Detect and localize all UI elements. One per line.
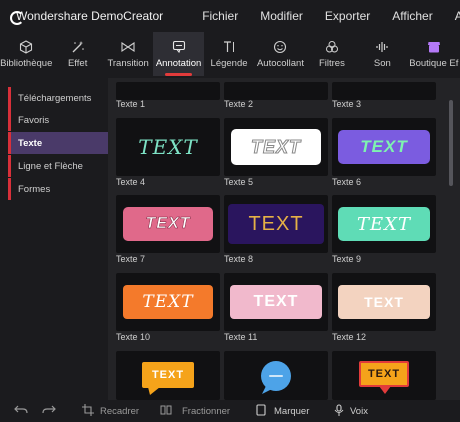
template-thumbnail-1[interactable]	[116, 82, 220, 100]
template-sample-text: TEXT	[228, 204, 324, 244]
menu-bar: Fichier Modifier Exporter Afficher Aide	[191, 9, 460, 23]
tab-label: Bibliothèque	[0, 57, 53, 69]
speech-bubble-icon	[172, 40, 186, 56]
tab-label: Annotation	[155, 57, 202, 69]
template-sample-text: TEXT	[338, 285, 430, 319]
template-thumbnail-13[interactable]: TEXT	[116, 351, 220, 400]
template-caption: Texte 3	[332, 99, 362, 109]
app-title: Wondershare DemoCreator	[16, 9, 164, 23]
microphone-icon	[334, 403, 344, 419]
menu-exporter[interactable]: Exporter	[314, 9, 381, 23]
round-bubble-shape	[261, 360, 291, 394]
template-grid: Texte 1 Texte 2 Texte 3 TEXT Texte 4 TEX…	[108, 78, 460, 400]
template-thumbnail-11[interactable]: TEXT	[224, 273, 328, 331]
smiley-icon	[273, 40, 287, 56]
template-thumbnail-10[interactable]: TEXT	[116, 273, 220, 331]
tab-filtres[interactable]: Filtres	[307, 32, 357, 76]
filters-icon	[325, 40, 339, 56]
template-thumbnail-7[interactable]: TEXT	[116, 195, 220, 253]
template-caption: Texte 9	[332, 254, 362, 264]
bubble-tail	[379, 385, 391, 394]
template-thumbnail-9[interactable]: TEXT	[332, 195, 436, 253]
template-sample-text: TEXT	[138, 135, 198, 159]
tab-bibliotheque[interactable]: Bibliothèque	[0, 32, 52, 76]
text-cursor-icon	[222, 40, 236, 56]
tab-label: Filtres	[318, 57, 345, 69]
template-caption: Texte 2	[224, 99, 254, 109]
bubble-tail	[148, 386, 160, 395]
template-sample-text: TEXT	[142, 361, 194, 388]
category-sidebar: Téléchargements Favoris Texte Ligne et F…	[0, 78, 108, 400]
template-sample-text: TEXT	[231, 129, 321, 165]
category-ligne-et-fleche[interactable]: Ligne et Flèche	[8, 155, 108, 177]
template-sample-text: TEXT	[123, 207, 213, 241]
grid-scrollbar[interactable]	[449, 100, 453, 186]
speech-bubble-shape: TEXT	[359, 360, 409, 395]
template-thumbnail-2[interactable]	[224, 82, 328, 100]
transition-icon	[121, 40, 135, 56]
redo-icon[interactable]	[42, 404, 56, 419]
template-caption: Texte 12	[332, 332, 367, 342]
template-caption: Texte 6	[332, 177, 362, 187]
tab-son[interactable]: Son	[357, 32, 407, 76]
template-caption: Texte 10	[116, 332, 151, 342]
tab-label: Effet	[67, 57, 88, 69]
template-sample-text: TEXT	[338, 130, 430, 164]
template-sample-text: TEXT	[230, 285, 322, 319]
category-favoris[interactable]: Favoris	[8, 109, 108, 131]
title-bar: Wondershare DemoCreator Fichier Modifier…	[0, 0, 460, 32]
category-formes[interactable]: Formes	[8, 178, 108, 200]
template-sample-text: TEXT	[123, 285, 213, 319]
tab-boutique[interactable]: Boutique Ef	[408, 32, 460, 76]
mark-button[interactable]: Marquer	[274, 406, 309, 417]
sound-wave-icon	[375, 40, 389, 56]
tab-transition[interactable]: Transition	[103, 32, 153, 76]
category-telechargements[interactable]: Téléchargements	[8, 87, 108, 109]
template-thumbnail-12[interactable]: TEXT	[332, 273, 436, 331]
template-thumbnail-8[interactable]: TEXT	[224, 195, 328, 253]
tab-label: Transition	[107, 57, 149, 69]
template-thumbnail-3[interactable]	[332, 82, 436, 100]
category-texte[interactable]: Texte	[8, 132, 108, 154]
speech-bubble-shape: TEXT	[142, 361, 194, 395]
tab-label: Boutique Ef	[409, 57, 459, 69]
template-thumbnail-14[interactable]	[224, 351, 328, 400]
crop-button[interactable]: Recadrer	[100, 406, 139, 417]
template-caption: Texte 7	[116, 254, 146, 264]
menu-afficher[interactable]: Afficher	[381, 9, 443, 23]
split-button[interactable]: Fractionner	[182, 406, 230, 417]
menu-aide[interactable]: Aide	[444, 9, 460, 23]
marker-icon	[256, 403, 266, 419]
crop-icon	[82, 403, 94, 419]
tab-label: Autocollant	[256, 57, 304, 69]
template-caption: Texte 8	[224, 254, 254, 264]
tab-label: Légende	[210, 57, 248, 69]
undo-icon[interactable]	[14, 404, 28, 419]
timeline-toolbar: Recadrer Fractionner Marquer Voix	[0, 400, 460, 422]
tab-legende[interactable]: Légende	[204, 32, 254, 76]
tab-autocollant[interactable]: Autocollant	[254, 32, 306, 76]
template-caption: Texte 4	[116, 177, 146, 187]
shop-icon	[427, 40, 441, 56]
template-thumbnail-4[interactable]: TEXT	[116, 118, 220, 176]
template-thumbnail-6[interactable]: TEXT	[332, 118, 436, 176]
resource-toolbar: Bibliothèque Effet Transition Annotation…	[0, 32, 460, 76]
template-thumbnail-15[interactable]: TEXT	[332, 351, 436, 400]
tab-label: Son	[373, 57, 391, 69]
tab-effet[interactable]: Effet	[52, 32, 102, 76]
template-caption: Texte 5	[224, 177, 254, 187]
menu-fichier[interactable]: Fichier	[191, 9, 249, 23]
cube-icon	[19, 39, 33, 56]
template-caption: Texte 1	[116, 99, 146, 109]
voice-button[interactable]: Voix	[350, 406, 368, 417]
template-sample-text: TEXT	[338, 207, 430, 241]
menu-modifier[interactable]: Modifier	[249, 9, 314, 23]
template-thumbnail-5[interactable]: TEXT	[224, 118, 328, 176]
magic-wand-icon	[71, 40, 85, 56]
tab-annotation[interactable]: Annotation	[153, 32, 204, 76]
template-sample-text: TEXT	[359, 360, 409, 387]
template-caption: Texte 11	[224, 332, 258, 342]
split-icon	[160, 404, 172, 419]
